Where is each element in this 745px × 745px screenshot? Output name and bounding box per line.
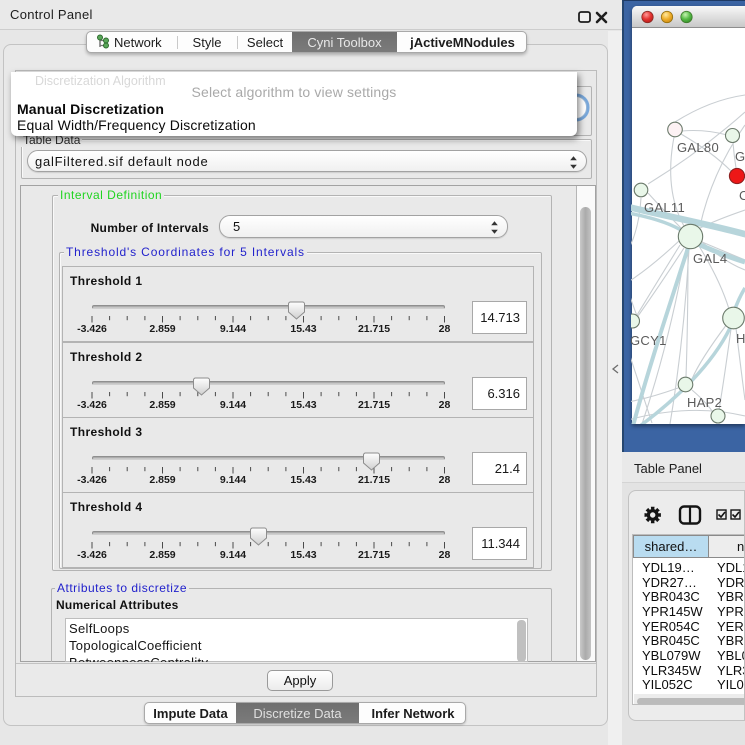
svg-text:H: H <box>736 331 745 346</box>
svg-text:C: C <box>739 188 745 203</box>
svg-text:GAL80: GAL80 <box>677 140 719 155</box>
svg-text:HAP2: HAP2 <box>687 395 722 410</box>
svg-text:GCY1: GCY1 <box>631 333 667 348</box>
svg-text:GAL11: GAL11 <box>644 200 685 215</box>
svg-text:GA: GA <box>735 149 745 164</box>
svg-text:GAL4: GAL4 <box>693 251 727 266</box>
